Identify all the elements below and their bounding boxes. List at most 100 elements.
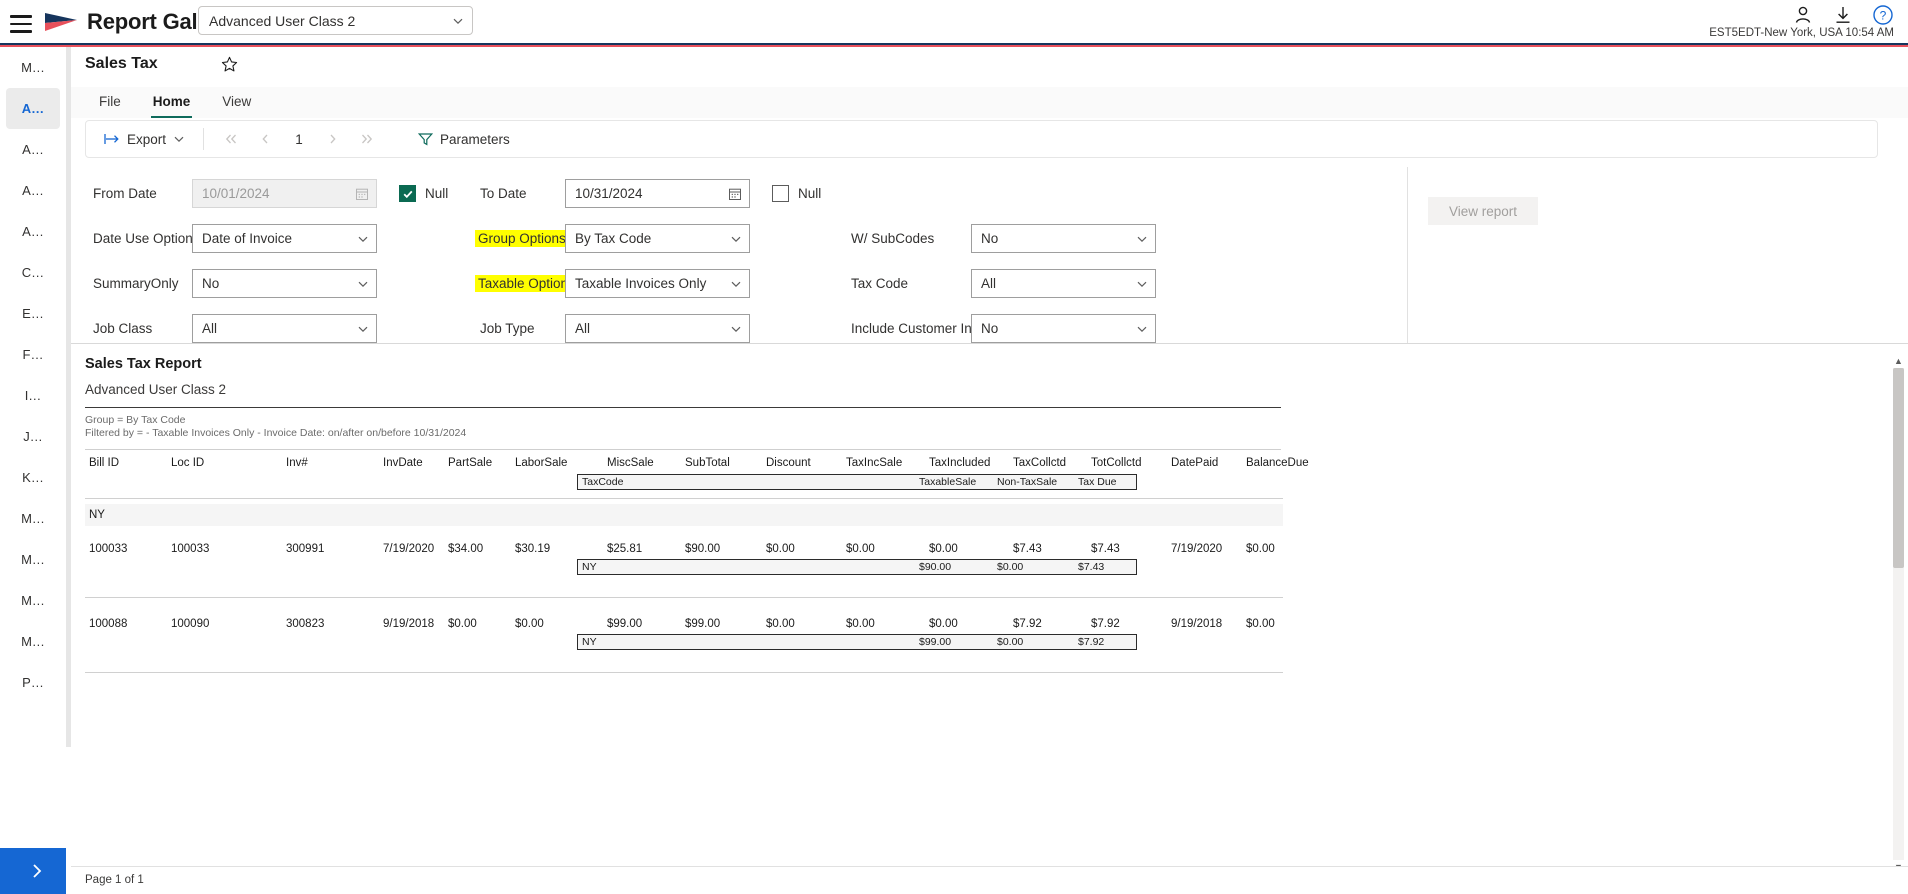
param-select[interactable]: All [192, 314, 377, 343]
table-cell: 9/19/2018 [1171, 618, 1223, 630]
toolbar-divider [203, 128, 205, 150]
param-select[interactable]: Date of Invoice [192, 224, 377, 253]
sidebar-item-10[interactable]: K… [6, 457, 60, 498]
next-page-icon[interactable] [316, 126, 350, 152]
sidebar-item-4[interactable]: A… [6, 211, 60, 252]
table-detail-cell: $7.92 [1078, 636, 1105, 648]
table-cell: 300991 [286, 543, 325, 555]
sidebar-item-14[interactable]: M… [6, 621, 60, 662]
report-meta-filter: Filtered by = - Taxable Invoices Only - … [85, 427, 467, 439]
calendar-icon[interactable] [355, 187, 369, 201]
sidebar-item-13[interactable]: M… [6, 580, 60, 621]
null-checkbox-group: Null [772, 185, 821, 202]
subcolumn-header: TaxableSale [919, 476, 977, 488]
param-label: SummaryOnly [93, 276, 179, 291]
table-cell: $0.00 [846, 543, 875, 555]
sidebar-item-label: F… [22, 347, 44, 362]
last-page-icon[interactable] [350, 126, 384, 152]
parameters-button[interactable]: Parameters [410, 127, 518, 152]
param-select[interactable]: No [971, 314, 1156, 343]
tab-file[interactable]: File [85, 87, 135, 118]
param-label: To Date [480, 186, 527, 201]
param-select[interactable]: Taxable Invoices Only [565, 269, 750, 298]
param-select[interactable]: All [971, 269, 1156, 298]
param-value: No [981, 321, 999, 336]
param-label: Job Class [93, 321, 153, 336]
parameters-label: Parameters [440, 131, 510, 147]
header-icon-group: ? [1792, 4, 1894, 26]
export-button[interactable]: Export [96, 127, 193, 152]
sidebar-item-5[interactable]: C… [6, 252, 60, 293]
sidebar-item-2[interactable]: A… [6, 129, 60, 170]
param-select[interactable]: No [971, 224, 1156, 253]
sidebar-item-6[interactable]: E… [6, 293, 60, 334]
hamburger-menu-icon[interactable] [8, 10, 34, 34]
star-icon[interactable] [221, 56, 238, 73]
param-label: Tax Code [851, 276, 909, 291]
table-row[interactable]: 100088 100090 300823 9/19/2018 $0.00 $0.00 $99… [85, 613, 1283, 635]
table-detail-cell: $90.00 [919, 561, 952, 573]
sidebar-expand-button[interactable] [0, 848, 66, 894]
user-class-dropdown[interactable]: Advanced User Class 2 [198, 6, 473, 35]
table-row-divider [85, 672, 1283, 673]
sidebar-item-11[interactable]: M… [6, 498, 60, 539]
chevron-down-icon [731, 326, 741, 332]
sidebar-item-3[interactable]: A… [6, 170, 60, 211]
top-header-bar: Report Gallery Advanced User Class 2 ? E… [0, 0, 1908, 45]
export-icon [104, 134, 119, 144]
table-cell: $7.92 [1013, 618, 1042, 630]
param-label: Taxable Options [475, 275, 575, 292]
report-meta-group: Group = By Tax Code [85, 414, 186, 426]
param-value: Date of Invoice [202, 231, 293, 246]
sidebar-item-7[interactable]: F… [6, 334, 60, 375]
sidebar-item-15[interactable]: P… [6, 662, 60, 703]
person-icon[interactable] [1792, 4, 1814, 26]
previous-page-icon[interactable] [248, 126, 282, 152]
column-header: Discount [766, 457, 811, 469]
page-number-input[interactable]: 1 [282, 132, 316, 147]
table-row[interactable]: 100033 100033 300991 7/19/2020 $34.00 $30.19 $… [85, 538, 1283, 560]
report-rule-top [85, 407, 1281, 408]
help-icon[interactable]: ? [1872, 4, 1894, 26]
param-value: 10/31/2024 [575, 186, 643, 201]
sidebar-item-12[interactable]: M… [6, 539, 60, 580]
view-report-button[interactable]: View report [1428, 197, 1538, 225]
tab-home[interactable]: Home [139, 87, 205, 118]
param-value: All [575, 321, 591, 336]
tab-view[interactable]: View [208, 87, 265, 118]
param-row-1: To Date 10/31/2024 Null [480, 179, 821, 208]
table-cell: $90.00 [685, 543, 721, 555]
calendar-icon[interactable] [728, 187, 742, 201]
param-value: All [202, 321, 218, 336]
report-rule-header [85, 449, 1281, 450]
sidebar-item-1[interactable]: A… [6, 88, 60, 129]
table-detail-cell: $99.00 [919, 636, 952, 648]
table-cell: $30.19 [515, 543, 551, 555]
param-value: All [981, 276, 997, 291]
sidebar-item-label: M… [21, 552, 45, 567]
param-select[interactable]: No [192, 269, 377, 298]
sidebar-item-0[interactable]: M… [6, 47, 60, 88]
null-checkbox-label: Null [798, 186, 822, 201]
param-row-5: SummaryOnly No [93, 269, 377, 298]
table-row-detail: NY $90.00 $0.00 $7.43 [577, 559, 1137, 575]
report-scrollbar[interactable]: ▲ ▼ [1893, 354, 1904, 874]
null-checkbox[interactable] [399, 185, 416, 202]
param-select[interactable]: By Tax Code [565, 224, 750, 253]
sidebar-item-8[interactable]: I… [6, 375, 60, 416]
scroll-up-icon[interactable]: ▲ [1893, 354, 1904, 368]
param-select[interactable]: All [565, 314, 750, 343]
param-label: Date Use Options [93, 231, 200, 246]
scrollbar-thumb[interactable] [1893, 368, 1904, 568]
main-content-area: Sales Tax File Home View Export 1 Parame… [71, 47, 1908, 894]
download-icon[interactable] [1832, 4, 1854, 26]
group-label: NY [89, 509, 105, 521]
param-row-9: Job Type All [480, 314, 750, 343]
column-header: InvDate [383, 457, 423, 469]
first-page-icon[interactable] [214, 126, 248, 152]
param-date-input[interactable]: 10/31/2024 [565, 179, 750, 208]
param-value: No [202, 276, 220, 291]
sidebar-item-9[interactable]: J… [6, 416, 60, 457]
sidebar-item-label: M… [21, 60, 45, 75]
null-checkbox[interactable] [772, 185, 789, 202]
